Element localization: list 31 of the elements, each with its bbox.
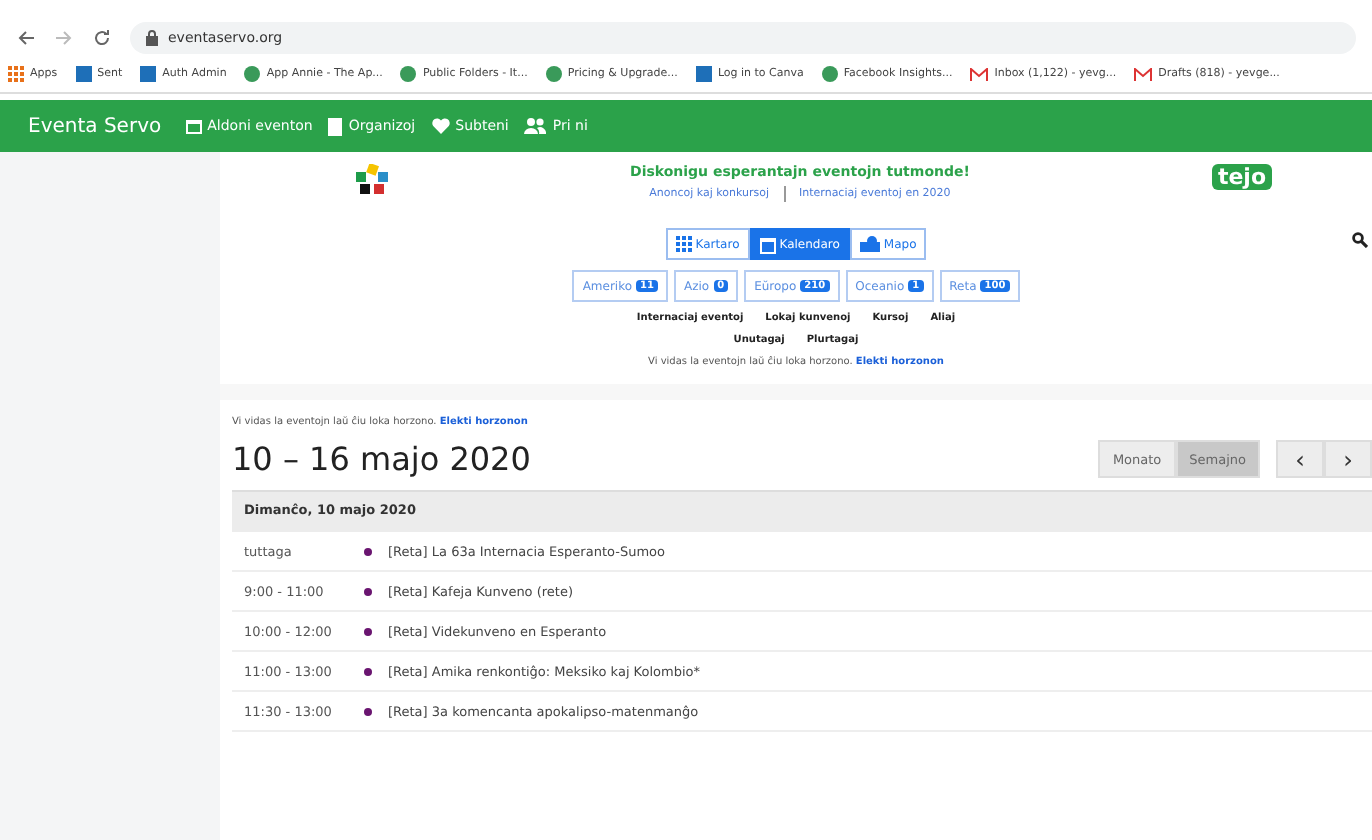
users-icon — [524, 118, 547, 134]
next-button[interactable]: › — [1324, 440, 1372, 478]
colorful-squares-logo — [356, 164, 388, 196]
mail-icon — [1134, 67, 1153, 81]
grid-icon — [675, 236, 692, 252]
mail-icon — [970, 67, 989, 81]
lock-icon — [146, 30, 158, 46]
heart-icon — [431, 118, 450, 134]
previous-button[interactable]: ‹ — [1276, 440, 1324, 478]
apps-grid-icon — [8, 66, 24, 82]
favicon-icon — [695, 66, 712, 82]
calendar-icon — [185, 118, 202, 134]
map-icon — [859, 236, 880, 252]
tejo-logo: tejo — [1211, 164, 1272, 190]
favicon-icon — [75, 66, 92, 82]
event-dot — [364, 627, 372, 635]
event-dot — [364, 667, 372, 675]
favicon-icon — [140, 66, 157, 82]
event-dot — [364, 707, 372, 715]
favicon-icon — [400, 66, 417, 82]
book-icon — [328, 117, 343, 135]
calendar-title: 10 – 16 majo 2020 — [232, 440, 531, 478]
favicon-icon — [545, 66, 562, 82]
calendar-icon — [759, 235, 776, 253]
back-icon[interactable] — [16, 28, 36, 48]
search-icon[interactable] — [1352, 232, 1368, 248]
event-dot — [364, 587, 372, 595]
favicon-icon — [244, 66, 261, 82]
favicon-icon — [821, 66, 838, 82]
event-dot — [364, 547, 372, 555]
reload-icon[interactable] — [92, 28, 112, 48]
